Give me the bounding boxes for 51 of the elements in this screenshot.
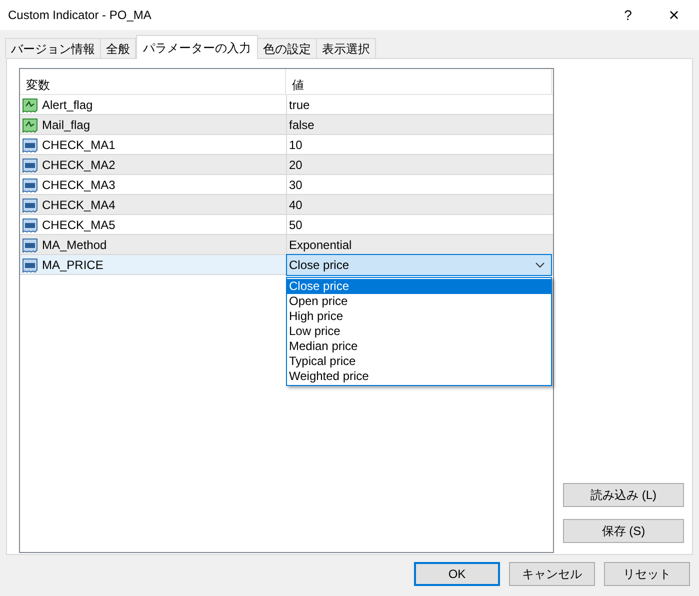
boolean-icon [22,96,38,112]
dropdown-option[interactable]: Weighted price [287,369,551,384]
parameter-name: MA_Method [41,236,107,254]
boolean-icon [22,116,38,132]
chevron-down-icon [535,262,545,268]
dropdown-option[interactable]: Close price [287,279,551,294]
parameter-name: CHECK_MA5 [41,216,116,234]
number-icon [22,216,38,232]
dropdown-option[interactable]: Low price [287,324,551,339]
side-button[interactable]: 保存 (S) [563,519,684,543]
number-icon [22,236,38,252]
number-icon [22,196,38,212]
close-button[interactable]: × [651,0,697,30]
table-row[interactable]: CHECK_MA3 30 [20,175,553,195]
tab[interactable]: 色の設定 [257,38,317,58]
number-icon [22,256,38,272]
parameter-name: CHECK_MA3 [41,176,116,194]
tab[interactable]: 表示選択 [316,38,376,58]
tab[interactable]: 全般 [100,38,136,58]
column-header[interactable]: 変数 [20,69,286,94]
side-button[interactable]: 読み込み (L) [563,483,684,507]
dialog-button[interactable]: OK [414,562,500,586]
table-row[interactable]: CHECK_MA2 20 [20,155,553,175]
table-row[interactable]: CHECK_MA5 50 [20,215,553,235]
parameter-name: CHECK_MA4 [41,196,116,214]
parameter-name: CHECK_MA2 [41,156,116,174]
parameter-name: CHECK_MA1 [41,136,116,154]
window-title: Custom Indicator - PO_MA [8,7,152,24]
table-row[interactable]: MA_Method Exponential [20,235,553,255]
dialog-button[interactable]: リセット [604,562,690,586]
help-button[interactable]: ? [605,0,651,30]
combo-box[interactable]: Close price [286,254,552,276]
table-row[interactable]: MA_PRICE Close price [20,255,553,275]
table-row[interactable]: Alert_flag true [20,95,553,115]
table-row[interactable]: CHECK_MA4 40 [20,195,553,215]
dropdown-option[interactable]: Median price [287,339,551,354]
number-icon [22,176,38,192]
tab[interactable]: パラメーターの入力 [136,35,258,59]
tab[interactable]: バージョン情報 [5,38,101,58]
dialog-button[interactable]: キャンセル [509,562,595,586]
dropdown-option[interactable]: Typical price [287,354,551,369]
parameter-name: MA_PRICE [41,256,104,274]
dropdown-option[interactable]: Open price [287,294,551,309]
dropdown-option[interactable]: High price [287,309,551,324]
table-row[interactable]: Mail_flag false [20,115,553,135]
number-icon [22,136,38,152]
column-header[interactable]: 値 [286,69,552,94]
number-icon [22,156,38,172]
parameter-name: Mail_flag [41,116,90,134]
table-row[interactable]: CHECK_MA1 10 [20,135,553,155]
parameter-name: Alert_flag [41,96,93,114]
